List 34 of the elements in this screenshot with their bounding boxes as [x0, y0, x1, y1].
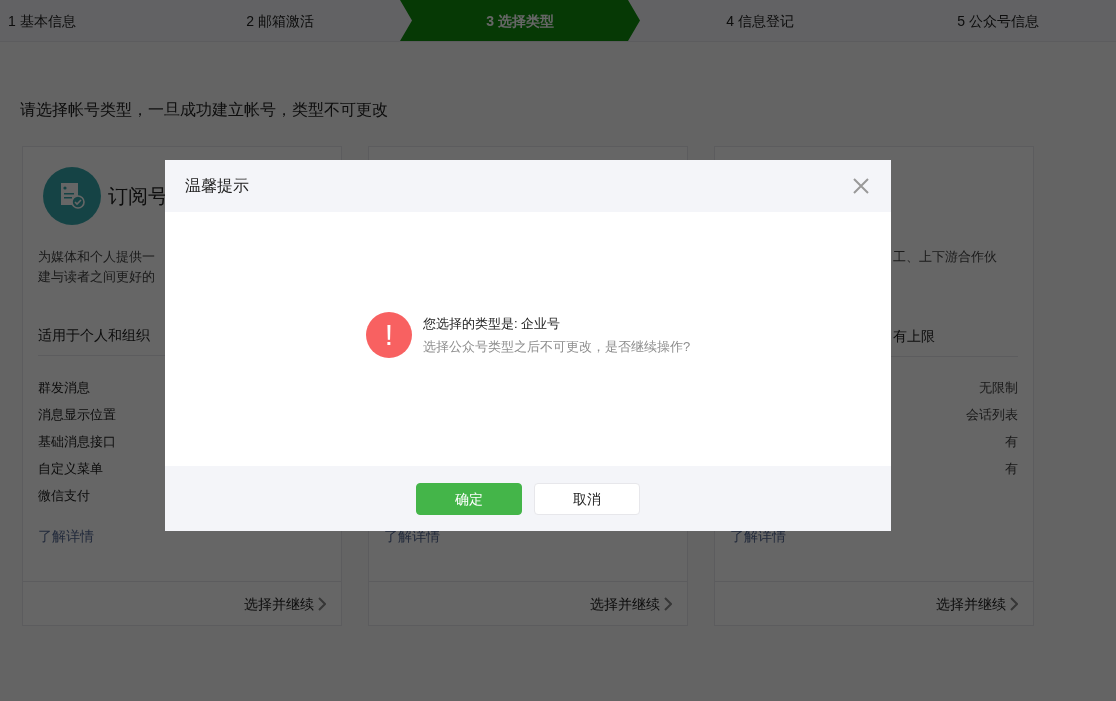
step-tab[interactable]: 4 信息登记 — [640, 0, 880, 41]
feature-name: 群发消息 — [38, 379, 90, 398]
card-description: 建与读者之间更好的 — [38, 267, 155, 286]
step-tab[interactable]: 3 选择类型 — [400, 0, 640, 41]
select-continue-link[interactable]: 选择并继续 — [244, 593, 326, 614]
step-tab[interactable]: 5 公众号信息 — [880, 0, 1116, 41]
feature-value: 有 — [1005, 460, 1018, 479]
card-scope: 有上限 — [893, 326, 935, 346]
dialog-message: 您选择的类型是: 企业号 — [422, 315, 562, 333]
chevron-right-icon — [1010, 596, 1018, 611]
feature-value: 无限制 — [979, 379, 1018, 398]
step-tab[interactable]: 2 邮箱激活 — [160, 0, 400, 41]
feature-name: 自定义菜单 — [38, 460, 103, 479]
chevron-right-icon — [318, 596, 326, 611]
feature-value: 会话列表 — [966, 406, 1018, 425]
cancel-button[interactable]: 取消 — [534, 482, 640, 515]
select-continue-link[interactable]: 选择并继续 — [590, 593, 672, 614]
feature-name: 消息显示位置 — [38, 406, 116, 425]
step-tab[interactable]: 1 基本信息 — [0, 0, 160, 41]
close-icon[interactable] — [853, 178, 869, 194]
intro-text: 请选择帐号类型，一旦成功建立帐号，类型不可更改 — [20, 100, 389, 120]
select-continue-link[interactable]: 选择并继续 — [936, 593, 1018, 614]
confirm-button[interactable]: 确定 — [416, 482, 522, 515]
warning-icon: ! — [365, 312, 412, 358]
card-description: 工、上下游合作伙 — [893, 247, 997, 266]
card-scope: 适用于个人和组织 — [38, 326, 150, 346]
feature-name: 基础消息接口 — [38, 433, 116, 452]
feature-value: 有 — [1005, 433, 1018, 452]
chevron-right-icon — [664, 596, 672, 611]
dialog-detail: 选择公众号类型之后不可更改，是否继续操作? — [422, 337, 691, 356]
feature-name: 微信支付 — [38, 487, 90, 506]
card-title: 订阅号 — [108, 184, 168, 209]
learn-more-link[interactable]: 了解详情 — [38, 528, 94, 545]
dialog-title: 温馨提示 — [185, 176, 249, 196]
